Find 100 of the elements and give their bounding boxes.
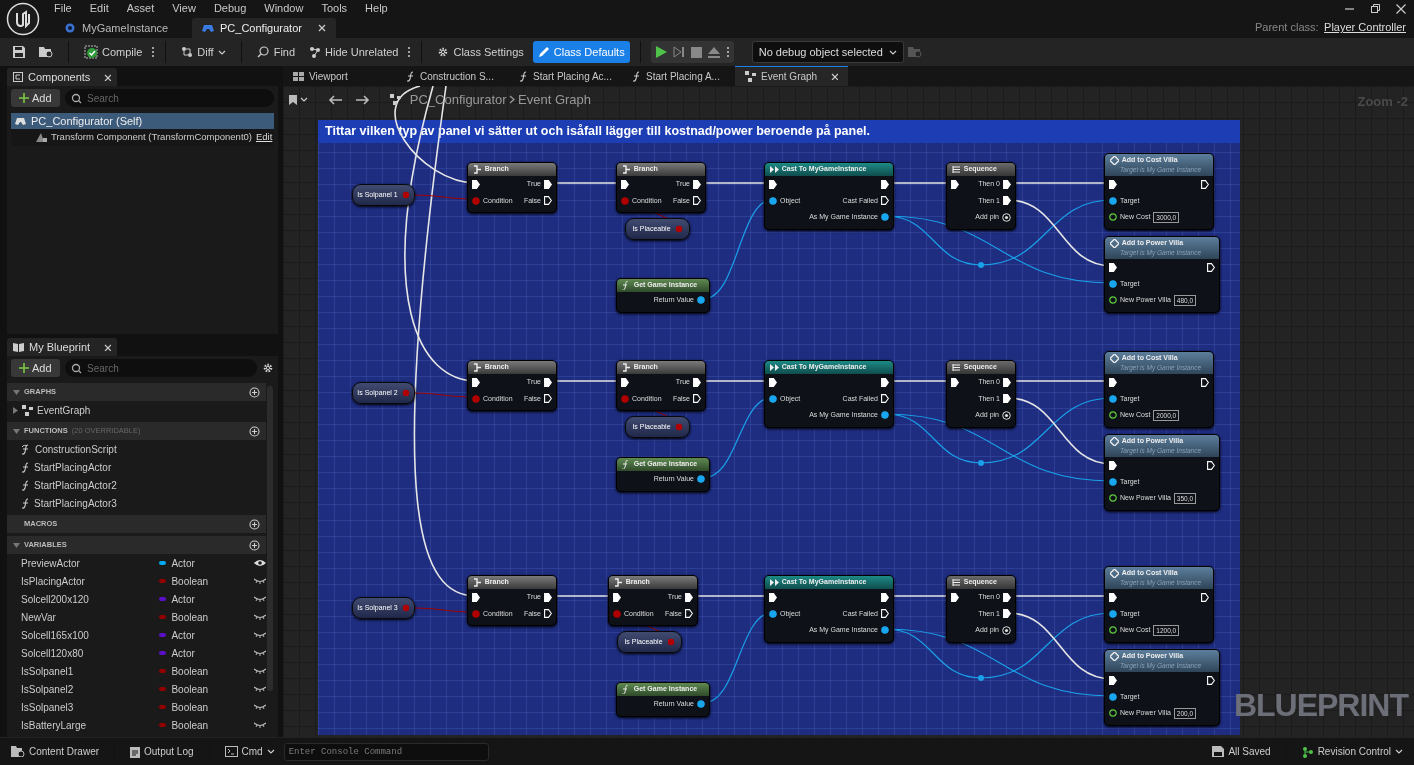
stop-icon[interactable] xyxy=(690,46,702,58)
closed-eye-icon[interactable] xyxy=(254,703,266,711)
exec-pin[interactable] xyxy=(1109,377,1117,387)
add-button[interactable]: Add xyxy=(11,89,60,107)
edit-link[interactable]: Edit xyxy=(256,130,273,145)
tree-item[interactable]: PC_Configurator (Self) xyxy=(11,113,274,129)
variable-row[interactable]: Solcell120x80 Actor xyxy=(7,644,266,662)
class-defaults-button[interactable]: Class Defaults xyxy=(532,41,630,63)
exec-pin[interactable] xyxy=(1109,460,1117,470)
exec-pin[interactable] xyxy=(621,179,629,189)
graph-tab[interactable]: Start Placing A... xyxy=(622,66,735,86)
data-pin[interactable] xyxy=(697,475,705,484)
more-options-icon[interactable] xyxy=(151,46,156,58)
exec-pin[interactable] xyxy=(1207,675,1215,685)
exec-pin[interactable] xyxy=(1201,179,1209,189)
exec-pin[interactable] xyxy=(1003,394,1011,404)
exec-pin[interactable] xyxy=(544,592,552,602)
exec-pin[interactable] xyxy=(613,592,621,602)
exec-pin[interactable] xyxy=(685,609,693,619)
data-pin[interactable] xyxy=(1109,411,1117,420)
closed-eye-icon[interactable] xyxy=(254,721,266,729)
exec-pin[interactable] xyxy=(693,377,701,387)
exec-pin[interactable] xyxy=(1201,592,1209,602)
menu-item[interactable]: File xyxy=(54,0,82,17)
add-button[interactable]: Add xyxy=(11,359,60,377)
more-options-icon[interactable] xyxy=(407,46,412,58)
reroute-node[interactable] xyxy=(978,460,984,466)
data-pin[interactable] xyxy=(1109,494,1117,503)
variable-row[interactable]: Solcell200x120 Actor xyxy=(7,590,266,608)
exec-pin[interactable] xyxy=(951,377,959,387)
add-pin-icon[interactable] xyxy=(1002,410,1011,420)
exec-pin[interactable] xyxy=(881,609,889,619)
data-pin[interactable] xyxy=(1109,196,1117,205)
data-pin[interactable] xyxy=(881,213,889,222)
add-pin-icon[interactable] xyxy=(1002,625,1011,635)
closed-eye-icon[interactable] xyxy=(254,577,266,585)
revision-control-button[interactable]: Revision Control xyxy=(1296,740,1408,763)
data-pin[interactable] xyxy=(1109,477,1117,486)
exec-pin[interactable] xyxy=(544,196,552,206)
reroute-node[interactable] xyxy=(978,262,984,268)
exec-pin[interactable] xyxy=(1207,460,1215,470)
closed-eye-icon[interactable] xyxy=(254,685,266,693)
exec-pin[interactable] xyxy=(951,179,959,189)
close-icon[interactable] xyxy=(831,73,838,80)
data-pin[interactable] xyxy=(1109,296,1117,305)
save-status-button[interactable]: All Saved xyxy=(1207,740,1276,763)
search-field[interactable]: Search xyxy=(65,89,274,107)
exec-pin[interactable] xyxy=(1003,377,1011,387)
variable-row[interactable]: IsSolpanel2 Boolean xyxy=(7,680,266,698)
exec-pin[interactable] xyxy=(881,377,889,387)
list-item[interactable]: StartPlacingActor2 xyxy=(7,476,266,494)
data-pin[interactable] xyxy=(881,626,889,635)
exec-pin[interactable] xyxy=(1109,675,1117,685)
document-tab[interactable]: PC_Configurator xyxy=(192,18,336,38)
panel-tab[interactable]: Components xyxy=(7,68,117,86)
settings-icon[interactable] xyxy=(262,362,274,374)
variable-row[interactable]: NewVar Boolean xyxy=(7,608,266,626)
exec-pin[interactable] xyxy=(693,179,701,189)
exec-pin[interactable] xyxy=(1207,262,1215,272)
menu-item[interactable]: Help xyxy=(365,0,398,17)
exec-pin[interactable] xyxy=(769,179,777,189)
class-settings-button[interactable]: Class Settings xyxy=(432,41,529,63)
exec-pin[interactable] xyxy=(881,592,889,602)
menu-item[interactable]: Debug xyxy=(213,0,257,17)
close-icon[interactable] xyxy=(104,343,111,351)
data-pin[interactable] xyxy=(697,700,705,709)
more-options-icon[interactable] xyxy=(725,46,730,58)
data-pin[interactable] xyxy=(769,196,777,205)
list-item[interactable]: EventGraph xyxy=(7,401,266,419)
data-pin[interactable] xyxy=(1109,609,1117,618)
bookmark-button[interactable] xyxy=(289,94,308,105)
variable-row[interactable]: IsPlacingActor Boolean xyxy=(7,572,266,590)
add-pin-icon[interactable] xyxy=(1002,212,1011,222)
data-pin[interactable] xyxy=(1109,626,1117,635)
add-circle-icon[interactable] xyxy=(249,539,260,551)
data-pin[interactable] xyxy=(1109,394,1117,403)
data-pin[interactable] xyxy=(1109,279,1117,288)
exec-pin[interactable] xyxy=(1003,592,1011,602)
console-input[interactable]: Enter Console Command xyxy=(283,742,489,761)
closed-eye-icon[interactable] xyxy=(254,595,266,603)
add-circle-icon[interactable] xyxy=(249,425,260,437)
exec-pin[interactable] xyxy=(1109,262,1117,272)
graph-tab[interactable]: Construction S... xyxy=(396,66,509,86)
close-icon[interactable] xyxy=(1396,3,1406,14)
add-circle-icon[interactable] xyxy=(249,518,260,530)
exec-pin[interactable] xyxy=(1003,179,1011,189)
exec-pin[interactable] xyxy=(544,609,552,619)
close-icon[interactable] xyxy=(318,24,326,32)
exec-pin[interactable] xyxy=(544,179,552,189)
exec-pin[interactable] xyxy=(881,394,889,404)
exec-pin[interactable] xyxy=(544,394,552,404)
exec-pin[interactable] xyxy=(881,179,889,189)
content-drawer-button[interactable]: Content Drawer xyxy=(6,740,105,763)
exec-pin[interactable] xyxy=(951,592,959,602)
output-log-button[interactable]: Output Log xyxy=(125,740,199,763)
data-pin[interactable] xyxy=(769,609,777,618)
exec-pin[interactable] xyxy=(1201,377,1209,387)
data-pin[interactable] xyxy=(1109,692,1117,701)
exec-pin[interactable] xyxy=(769,377,777,387)
eye-icon[interactable] xyxy=(254,559,266,567)
